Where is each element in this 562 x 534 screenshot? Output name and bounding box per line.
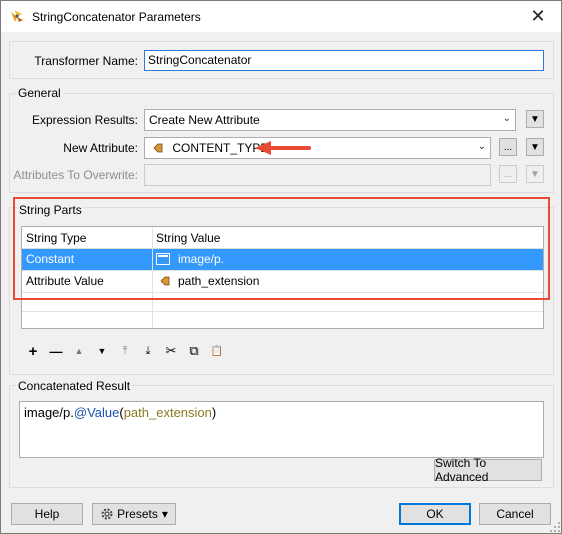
arrow-up-icon: ▲ bbox=[74, 346, 84, 356]
attributes-overwrite-label: Attributes To Overwrite: bbox=[13, 168, 139, 182]
string-value-cell[interactable]: image/p. bbox=[152, 249, 228, 270]
result-constant-text: image/p. bbox=[24, 405, 74, 420]
expression-menu-button[interactable]: ▼ bbox=[526, 110, 544, 128]
move-top-button[interactable]: ⤒ bbox=[117, 343, 133, 359]
cut-button[interactable]: ✂ bbox=[163, 343, 179, 359]
result-attribute-text: path_extension bbox=[123, 405, 212, 420]
string-parts-table: String Type String Value Constant image/… bbox=[21, 226, 544, 329]
move-to-top-icon: ⤒ bbox=[122, 344, 128, 357]
resize-grip-icon[interactable] bbox=[549, 521, 561, 533]
minus-icon: — bbox=[49, 343, 63, 359]
new-attribute-label: New Attribute: bbox=[63, 141, 138, 155]
transformer-name-value: StringConcatenator bbox=[148, 53, 252, 67]
close-button[interactable]: ✕ bbox=[515, 1, 561, 32]
move-to-bottom-icon: ⤓ bbox=[145, 344, 151, 357]
window-title: StringConcatenator Parameters bbox=[32, 10, 201, 24]
string-type-cell: Attribute Value bbox=[26, 274, 104, 288]
clipboard-icon: 📋 bbox=[210, 345, 224, 357]
expression-results-value: Create New Attribute bbox=[149, 113, 260, 127]
arrow-down-icon: ▼ bbox=[97, 346, 107, 356]
attributes-overwrite-input bbox=[144, 164, 491, 186]
row-divider bbox=[22, 311, 543, 312]
attribute-tag-icon bbox=[160, 276, 170, 286]
red-arrow-annotation bbox=[255, 141, 311, 155]
add-row-button[interactable]: + bbox=[25, 342, 41, 360]
ellipsis-icon: ... bbox=[503, 168, 513, 180]
move-bottom-button[interactable]: ⤓ bbox=[140, 343, 156, 359]
ellipsis-icon: ... bbox=[503, 141, 513, 153]
chevron-down-icon: ⌄ bbox=[502, 113, 511, 124]
table-row[interactable]: Attribute Value path_extension bbox=[22, 271, 543, 292]
copy-icon: ⧉ bbox=[189, 343, 199, 358]
attributes-overwrite-menu-button: ▼ bbox=[526, 165, 544, 183]
result-close-paren: ) bbox=[211, 405, 217, 420]
dropdown-triangle-icon: ▼ bbox=[530, 113, 540, 125]
row-divider bbox=[22, 292, 543, 293]
dropdown-triangle-icon: ▼ bbox=[530, 168, 540, 180]
cancel-button[interactable]: Cancel bbox=[479, 503, 551, 525]
dialog-window: StringConcatenator Parameters ✕ Transfor… bbox=[0, 0, 562, 534]
copy-button[interactable]: ⧉ bbox=[186, 343, 202, 359]
help-button[interactable]: Help bbox=[11, 503, 83, 525]
row-divider bbox=[22, 270, 543, 271]
attribute-tag-icon bbox=[153, 143, 163, 153]
remove-row-button[interactable]: — bbox=[48, 343, 64, 359]
new-attribute-ellipsis-button[interactable]: ... bbox=[499, 138, 517, 156]
constant-icon bbox=[156, 253, 170, 265]
chevron-down-icon: ▾ bbox=[161, 507, 168, 521]
presets-button[interactable]: Presets ▾ bbox=[92, 503, 176, 525]
gear-icon bbox=[101, 508, 113, 520]
string-value-cell[interactable]: path_extension bbox=[152, 271, 263, 292]
string-value-text: image/p. bbox=[178, 252, 225, 266]
string-parts-title: String Parts bbox=[17, 203, 84, 217]
column-header-string-value[interactable]: String Value bbox=[152, 227, 543, 249]
new-attribute-select[interactable]: CONTENT_TYPE ⌄ bbox=[144, 137, 491, 159]
result-function-text: @Value bbox=[73, 405, 120, 420]
scissors-icon: ✂ bbox=[165, 343, 177, 358]
concatenated-result-title: Concatenated Result bbox=[16, 379, 133, 393]
title-bar: StringConcatenator Parameters ✕ bbox=[1, 1, 561, 32]
close-icon: ✕ bbox=[530, 6, 546, 26]
switch-to-advanced-button[interactable]: Switch To Advanced bbox=[434, 456, 542, 484]
new-attribute-menu-button[interactable]: ▼ bbox=[526, 138, 544, 156]
ok-button[interactable]: OK bbox=[399, 503, 471, 525]
fme-app-icon bbox=[11, 10, 23, 22]
string-value-text: path_extension bbox=[178, 274, 260, 288]
chevron-down-icon: ⌄ bbox=[477, 141, 486, 152]
column-header-string-type[interactable]: String Type bbox=[22, 227, 152, 249]
general-group-title: General bbox=[16, 86, 63, 100]
transformer-name-label: Transformer Name: bbox=[34, 54, 138, 68]
move-up-button[interactable]: ▲ bbox=[71, 343, 87, 359]
column-divider bbox=[152, 227, 153, 328]
plus-icon: + bbox=[28, 342, 38, 360]
dropdown-triangle-icon: ▼ bbox=[530, 141, 540, 153]
expression-results-select[interactable]: Create New Attribute ⌄ bbox=[144, 109, 516, 131]
concatenated-result-editor[interactable]: image/p.@Value(path_extension) bbox=[19, 401, 544, 458]
expression-results-label: Expression Results: bbox=[31, 113, 138, 127]
presets-label: Presets bbox=[117, 507, 158, 521]
paste-button[interactable]: 📋 bbox=[209, 343, 225, 359]
attributes-overwrite-ellipsis-button: ... bbox=[499, 165, 517, 183]
transformer-name-input[interactable]: StringConcatenator bbox=[144, 50, 544, 71]
string-type-cell: Constant bbox=[26, 252, 75, 266]
table-row[interactable]: Constant image/p. bbox=[22, 249, 543, 270]
move-down-button[interactable]: ▼ bbox=[94, 343, 110, 359]
